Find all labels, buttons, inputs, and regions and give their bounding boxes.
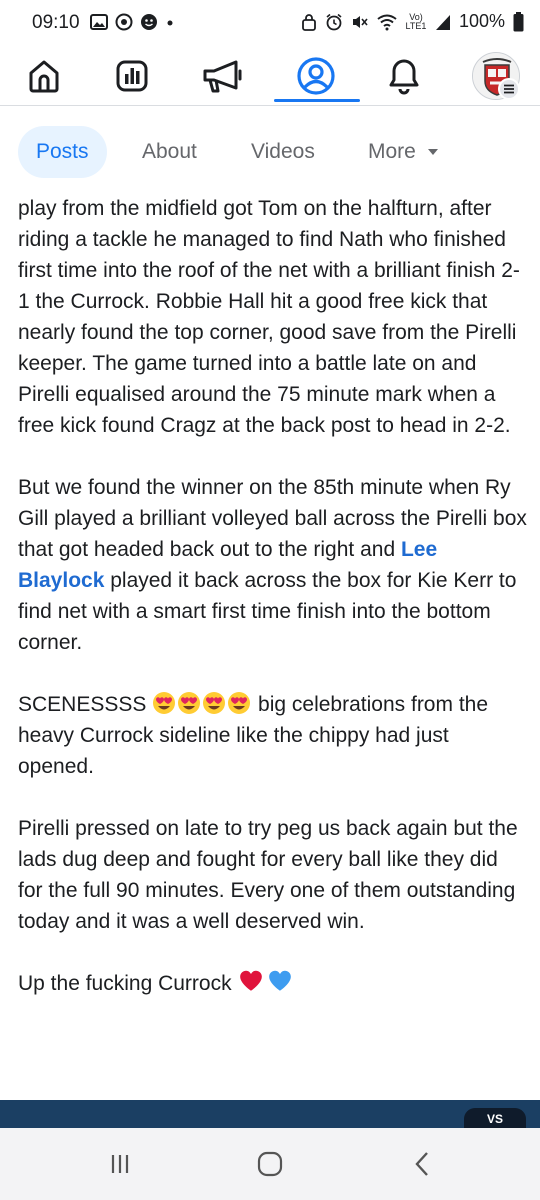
mute-icon: [352, 15, 368, 28]
top-navigation: [0, 46, 540, 106]
vs-badge: VS: [464, 1108, 526, 1130]
heart-eyes-emoji-icon: [203, 692, 226, 714]
avatar-menu-badge[interactable]: [498, 78, 520, 100]
battery-percent: 100%: [458, 11, 505, 31]
network-label: Vo) LTE1: [405, 11, 427, 31]
signal-icon: [435, 14, 450, 30]
tab-videos[interactable]: Videos: [251, 126, 315, 178]
paragraph-text: But we found the winner on the 85th minu…: [18, 476, 527, 561]
menu-icon: [504, 84, 514, 94]
status-time: 09:10: [32, 12, 80, 33]
red-heart-icon: [240, 970, 263, 991]
gallery-icon: [90, 14, 108, 30]
battery-icon: [513, 11, 524, 31]
profile-icon: [297, 57, 335, 95]
post-paragraph: But we found the winner on the 85th minu…: [18, 472, 528, 658]
dot-icon: [167, 20, 173, 26]
lock-icon: [302, 13, 316, 31]
nav-promote[interactable]: [194, 50, 254, 102]
home-button[interactable]: [250, 1148, 290, 1180]
home-icon: [29, 60, 59, 93]
heart-eyes-emoji-icon: [153, 692, 176, 714]
next-post-image-strip[interactable]: [0, 1100, 540, 1128]
back-chevron-icon: [415, 1152, 428, 1176]
post-paragraph: Up the fucking Currock: [18, 968, 528, 999]
nav-home[interactable]: [14, 50, 74, 102]
post-body: play from the midfield got Tom on the ha…: [18, 193, 528, 1030]
sync-icon: [115, 13, 133, 31]
recent-apps-button[interactable]: [100, 1148, 140, 1180]
post-paragraph: Pirelli pressed on late to try peg us ba…: [18, 817, 518, 933]
caret-down-icon: [427, 149, 438, 155]
megaphone-icon: [203, 60, 242, 93]
post-paragraph: play from the midfield got Tom on the ha…: [18, 197, 520, 437]
page-tabs: Posts About Videos More: [0, 120, 540, 182]
paragraph-text: SCENESSSS: [18, 693, 153, 716]
heart-eyes-emoji-icon: [178, 692, 201, 714]
tab-posts[interactable]: Posts: [18, 126, 107, 178]
status-bar: 09:10 Vo) LTE1 100%: [0, 0, 540, 46]
tab-about[interactable]: About: [142, 126, 197, 178]
blue-heart-icon: [269, 970, 292, 991]
tab-more[interactable]: More: [368, 126, 440, 178]
nav-notifications[interactable]: [374, 50, 434, 102]
status-notification-icons: [90, 13, 175, 31]
nav-active-indicator: [274, 99, 360, 102]
back-button[interactable]: [402, 1148, 442, 1180]
nav-insights[interactable]: [102, 50, 162, 102]
post-paragraph: SCENESSSS big celebrations from the heav…: [18, 689, 528, 782]
paragraph-text: Up the fucking Currock: [18, 972, 238, 995]
system-navigation-bar: [0, 1128, 540, 1200]
wifi-icon: [377, 14, 397, 30]
status-right-icons: Vo) LTE1 100%: [301, 11, 524, 32]
nav-profile[interactable]: [286, 50, 346, 102]
bell-icon: [389, 59, 419, 95]
recent-apps-icon: [111, 1155, 129, 1173]
heart-eyes-emoji-icon: [228, 692, 251, 714]
tab-more-label: More: [368, 140, 416, 163]
face-icon: [141, 14, 157, 30]
alarm-icon: [326, 13, 342, 30]
home-circle-icon: [257, 1151, 283, 1177]
insights-icon: [116, 60, 148, 92]
